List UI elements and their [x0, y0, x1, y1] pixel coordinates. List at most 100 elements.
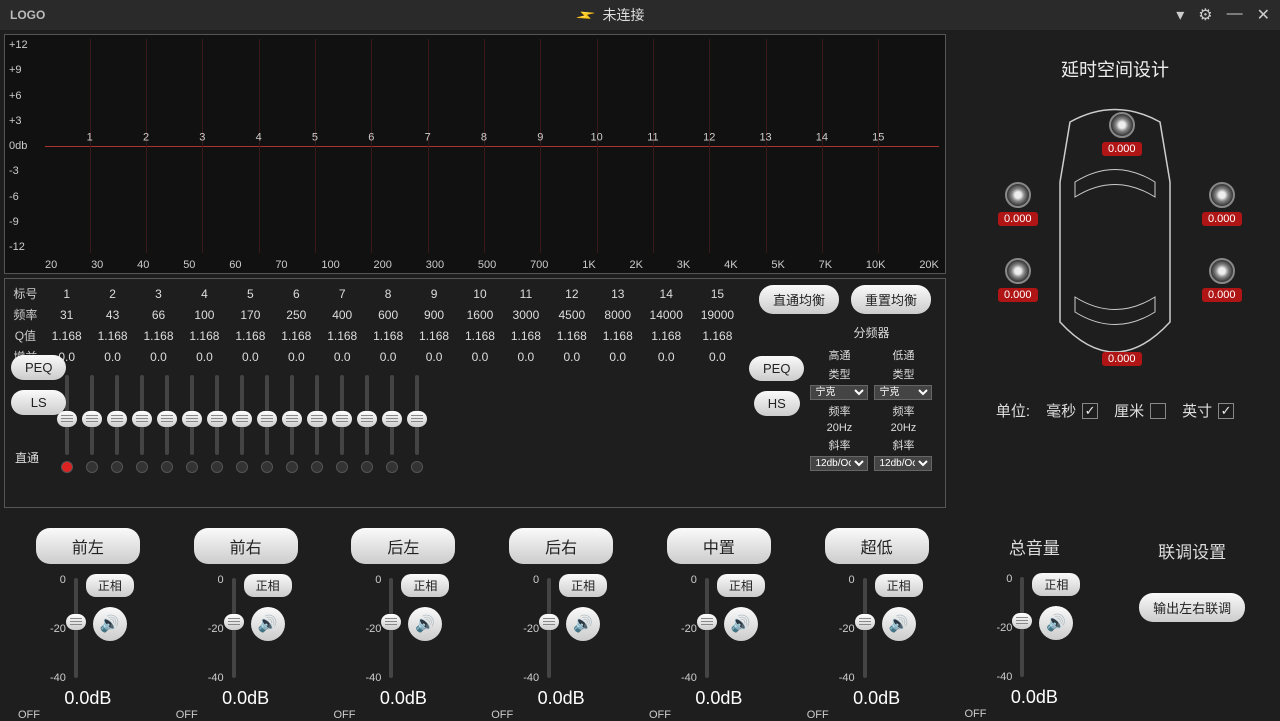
volume-slider[interactable]	[547, 578, 551, 678]
hp-type-select[interactable]: 宁克	[810, 385, 868, 400]
phase-button[interactable]: 正相	[86, 574, 134, 597]
channel-button[interactable]: 前左	[36, 528, 140, 564]
channel-button[interactable]: 中置	[667, 528, 771, 564]
minimize-icon[interactable]: —	[1227, 5, 1243, 25]
volume-slider[interactable]	[863, 578, 867, 678]
unit-selector: 单位: 毫秒 厘米 英寸	[996, 400, 1234, 421]
car-diagram: 0.000 0.000 0.000 0.000 0.000 0.000	[990, 102, 1240, 392]
volume-slider[interactable]	[705, 578, 709, 678]
speaker-sub[interactable]: 0.000	[1102, 352, 1142, 366]
phase-button[interactable]: 正相	[559, 574, 607, 597]
speaker-rear-left[interactable]: 0.000	[998, 258, 1038, 302]
master-db: 0.0dB	[957, 687, 1113, 708]
eq-reset-button[interactable]: 重置均衡	[851, 285, 931, 314]
mute-button[interactable]: 🔊	[251, 607, 285, 641]
unit-cm[interactable]: 厘米	[1114, 400, 1166, 421]
eq-slider-8[interactable]	[236, 375, 248, 473]
channel-0: 前左 0-20-40 正相 🔊 0.0dB OFF	[10, 524, 166, 716]
eq-slider-9[interactable]	[261, 375, 273, 473]
phase-button[interactable]: 正相	[875, 574, 923, 597]
unit-in[interactable]: 英寸	[1182, 400, 1234, 421]
db-value: 0.0dB	[483, 688, 639, 709]
mute-button[interactable]: 🔊	[724, 607, 758, 641]
peq-button[interactable]: PEQ	[11, 355, 66, 380]
channel-button[interactable]: 超低	[825, 528, 929, 564]
mute-button[interactable]: 🔊	[566, 607, 600, 641]
off-label: OFF	[18, 709, 40, 721]
titlebar: LOGO ⚡ 未连接 ▾ ⚙ — ✕	[0, 0, 1280, 30]
eq-graph[interactable]: +12+9+6+30db-3-6-9-12 123456789101112131…	[4, 34, 946, 274]
eq-slider-15[interactable]	[411, 375, 423, 473]
db-value: 0.0dB	[641, 688, 797, 709]
master-slider[interactable]	[1020, 577, 1024, 677]
connection-status: ⚡ 未连接	[45, 5, 1176, 25]
hp-slope-select[interactable]: 12db/Oct	[810, 456, 868, 471]
off-label: OFF	[491, 709, 513, 721]
master-volume: 总音量 0-20-40 正相 🔊 0.0dB OFF	[957, 524, 1113, 716]
channel-button[interactable]: 后右	[509, 528, 613, 564]
delay-title: 延时空间设计	[1061, 56, 1169, 82]
eq-slider-10[interactable]	[286, 375, 298, 473]
db-value: 0.0dB	[10, 688, 166, 709]
close-icon[interactable]: ✕	[1257, 5, 1270, 25]
off-label: OFF	[649, 709, 671, 721]
channel-2: 后左 0-20-40 正相 🔊 0.0dB OFF	[326, 524, 482, 716]
channel-button[interactable]: 前右	[194, 528, 298, 564]
volume-slider[interactable]	[74, 578, 78, 678]
mute-button[interactable]: 🔊	[93, 607, 127, 641]
db-value: 0.0dB	[799, 688, 955, 709]
channel-1: 前右 0-20-40 正相 🔊 0.0dB OFF	[168, 524, 324, 716]
window-controls: ▾ ⚙ — ✕	[1176, 5, 1270, 25]
phase-button[interactable]: 正相	[244, 574, 292, 597]
peq2-button[interactable]: PEQ	[749, 356, 804, 381]
eq-slider-2[interactable]	[86, 375, 98, 473]
phase-button[interactable]: 正相	[717, 574, 765, 597]
phase-button[interactable]: 正相	[401, 574, 449, 597]
disconnect-icon: ⚡	[574, 3, 598, 27]
channel-button[interactable]: 后左	[351, 528, 455, 564]
ls-button[interactable]: LS	[11, 390, 66, 415]
delay-panel: 延时空间设计 0.000 0.000 0.000 0.000 0.000 0.0…	[950, 30, 1280, 520]
crossover: 分频器 高通 类型 宁克 频率 20Hz 斜率 12db/Oct	[810, 320, 932, 475]
eq-slider-7[interactable]	[211, 375, 223, 473]
speaker-front-center[interactable]: 0.000	[1102, 112, 1142, 156]
eq-slider-6[interactable]	[186, 375, 198, 473]
speaker-front-right[interactable]: 0.000	[1202, 182, 1242, 226]
volume-slider[interactable]	[232, 578, 236, 678]
link-output-button[interactable]: 输出左右联调	[1139, 593, 1245, 622]
volume-slider[interactable]	[389, 578, 393, 678]
master-off: OFF	[965, 708, 987, 720]
lowpass: 低通 类型 宁克 频率 20Hz 斜率 12db/Oct	[874, 347, 932, 471]
unit-ms[interactable]: 毫秒	[1046, 400, 1098, 421]
lp-slope-select[interactable]: 12db/Oct	[874, 456, 932, 471]
speaker-front-left[interactable]: 0.000	[998, 182, 1038, 226]
eq-pass-button[interactable]: 直通均衡	[759, 285, 839, 314]
lp-type-select[interactable]: 宁克	[874, 385, 932, 400]
off-label: OFF	[334, 709, 356, 721]
eq-slider-3[interactable]	[111, 375, 123, 473]
master-phase-button[interactable]: 正相	[1032, 573, 1080, 596]
eq-slider-4[interactable]	[136, 375, 148, 473]
master-mute-button[interactable]: 🔊	[1039, 606, 1073, 640]
eq-slider-11[interactable]	[311, 375, 323, 473]
channel-4: 中置 0-20-40 正相 🔊 0.0dB OFF	[641, 524, 797, 716]
mute-button[interactable]: 🔊	[882, 607, 916, 641]
eq-slider-5[interactable]	[161, 375, 173, 473]
crossover-title: 分频器	[810, 324, 932, 341]
off-label: OFF	[807, 709, 829, 721]
eq-slider-13[interactable]	[361, 375, 373, 473]
speaker-rear-right[interactable]: 0.000	[1202, 258, 1242, 302]
logo: LOGO	[10, 8, 45, 22]
settings-icon[interactable]: ⚙	[1198, 5, 1212, 25]
off-label: OFF	[176, 709, 198, 721]
status-text: 未连接	[603, 5, 645, 25]
link-settings: 联调设置输出左右联调	[1114, 524, 1270, 716]
pass-label: 直通	[15, 449, 39, 466]
eq-slider-12[interactable]	[336, 375, 348, 473]
menu-icon[interactable]: ▾	[1176, 5, 1184, 25]
db-value: 0.0dB	[168, 688, 324, 709]
mute-button[interactable]: 🔊	[408, 607, 442, 641]
channel-5: 超低 0-20-40 正相 🔊 0.0dB OFF	[799, 524, 955, 716]
hs-button[interactable]: HS	[754, 391, 800, 416]
eq-slider-14[interactable]	[386, 375, 398, 473]
